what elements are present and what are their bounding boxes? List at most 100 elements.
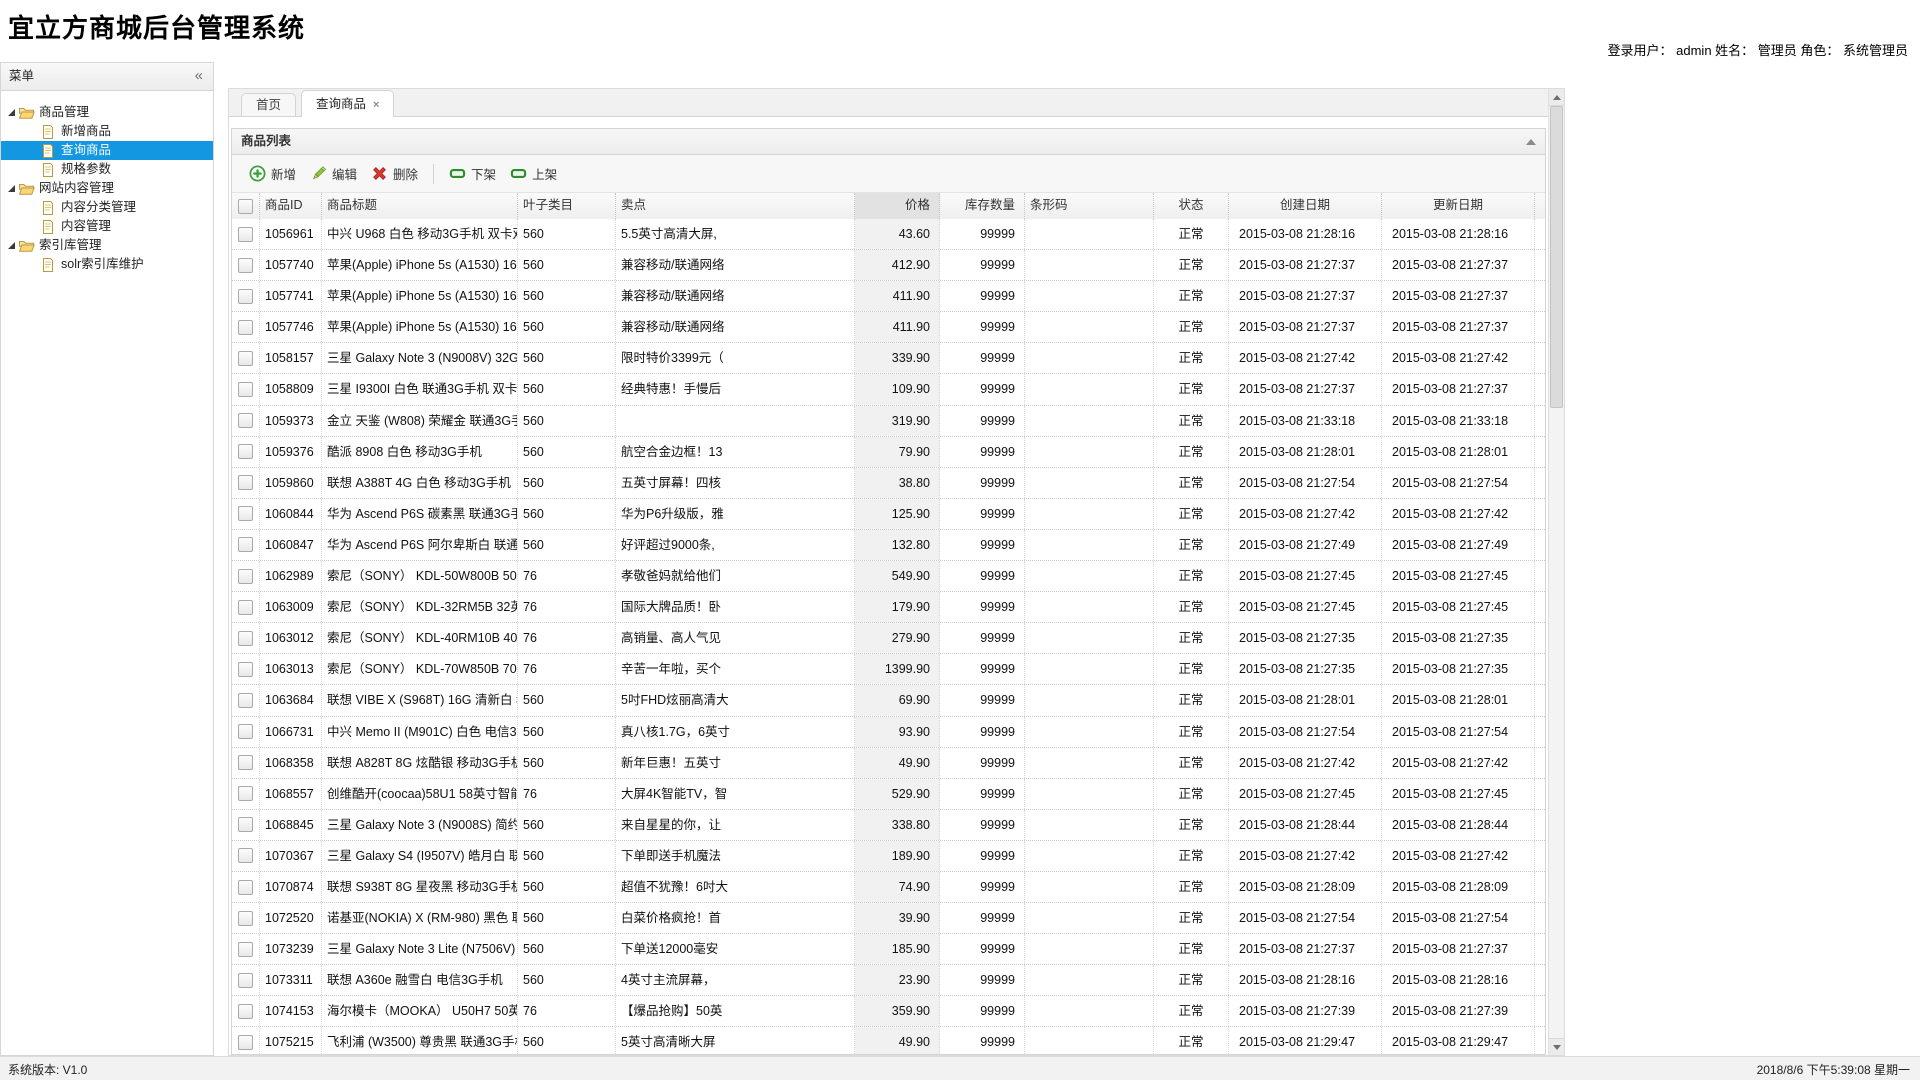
tree-node-leaf[interactable]: 内容管理 [1, 217, 213, 236]
tree-node-leaf[interactable]: 规格参数 [1, 160, 213, 179]
table-row[interactable]: 1075215飞利浦 (W3500) 尊贵黑 联通3G手机5605英寸高清晰大屏… [232, 1027, 1545, 1054]
scroll-up-icon[interactable] [1549, 89, 1564, 106]
tab-content: 商品列表 新增编辑删除下架上架 商品ID商品标题叶子类目卖点价格库存数量条形码状… [229, 117, 1548, 1055]
cell-id: 1063684 [260, 685, 322, 715]
row-checkbox[interactable] [238, 693, 253, 708]
tree-expanded-icon[interactable] [8, 109, 15, 116]
table-row[interactable]: 1063684联想 VIBE X (S968T) 16G 清新白 移动3G手机5… [232, 685, 1545, 716]
table-row[interactable]: 1059376酷派 8908 白色 移动3G手机560航空合金边框！1379.9… [232, 437, 1545, 468]
toolbar-button-add[interactable]: 新增 [242, 160, 303, 187]
row-checkbox[interactable] [238, 537, 253, 552]
tab-query-product[interactable]: 查询商品× [301, 90, 394, 117]
row-checkbox[interactable] [238, 444, 253, 459]
table-row[interactable]: 1057741苹果(Apple) iPhone 5s (A1530) 16GB5… [232, 281, 1545, 312]
table-row[interactable]: 1062989索尼（SONY） KDL-50W800B 50英寸76孝敬爸妈就给… [232, 561, 1545, 592]
cell-created: 2015-03-08 21:27:54 [1229, 468, 1382, 498]
row-checkbox[interactable] [238, 258, 253, 273]
cell-created: 2015-03-08 21:28:44 [1229, 810, 1382, 840]
column-header-created[interactable]: 创建日期 [1229, 193, 1382, 219]
column-header-title[interactable]: 商品标题 [322, 193, 518, 219]
table-row[interactable]: 1072520诺基亚(NOKIA) X (RM-980) 黑色 联通3G手机56… [232, 903, 1545, 934]
panel-collapse-icon[interactable] [1526, 139, 1536, 145]
collapse-sidebar-icon[interactable]: « [195, 63, 203, 89]
tree-node-folder[interactable]: 索引库管理 [1, 236, 213, 255]
table-row[interactable]: 1068845三星 Galaxy Note 3 (N9008S) 简约白560来… [232, 810, 1545, 841]
column-header-id[interactable]: 商品ID [260, 193, 322, 219]
row-checkbox[interactable] [238, 848, 253, 863]
row-checkbox[interactable] [238, 786, 253, 801]
tree-node-leaf[interactable]: 内容分类管理 [1, 198, 213, 217]
row-checkbox[interactable] [238, 817, 253, 832]
column-header-status[interactable]: 状态 [1154, 193, 1229, 219]
row-checkbox[interactable] [238, 724, 253, 739]
tree-node-leaf[interactable]: 查询商品 [1, 141, 213, 160]
cell-barcode [1025, 779, 1154, 809]
row-checkbox[interactable] [238, 1004, 253, 1019]
table-row[interactable]: 1063009索尼（SONY） KDL-32RM5B 32英寸76国际大牌品质！… [232, 592, 1545, 623]
row-checkbox[interactable] [238, 880, 253, 895]
column-header-check[interactable] [232, 193, 260, 219]
table-row[interactable]: 1058809三星 I9300I 白色 联通3G手机 双卡双待560经典特惠！手… [232, 374, 1545, 405]
row-checkbox[interactable] [238, 973, 253, 988]
table-row[interactable]: 1059373金立 天鉴 (W808) 荣耀金 联通3G手机560319.909… [232, 406, 1545, 437]
table-row[interactable]: 1074153海尔模卡（MOOKA） U50H7 50英寸安76【爆品抢购】50… [232, 996, 1545, 1027]
row-checkbox[interactable] [238, 320, 253, 335]
table-row[interactable]: 1070367三星 Galaxy S4 (I9507V) 皓月白 联通3G手机5… [232, 841, 1545, 872]
row-checkbox[interactable] [238, 475, 253, 490]
toolbar-button-take-down[interactable]: 下架 [442, 160, 503, 187]
table-row[interactable]: 1068358联想 A828T 8G 炫酷银 移动3G手机560新年巨惠！五英寸… [232, 748, 1545, 779]
column-header-category[interactable]: 叶子类目 [518, 193, 616, 219]
toolbar-button-edit[interactable]: 编辑 [303, 160, 364, 187]
vertical-scrollbar[interactable] [1548, 89, 1564, 1055]
table-row[interactable]: 1066731中兴 Memo II (M901C) 白色 电信3G手机560真八… [232, 717, 1545, 748]
row-checkbox[interactable] [238, 413, 253, 428]
row-checkbox[interactable] [238, 631, 253, 646]
row-checkbox[interactable] [238, 942, 253, 957]
table-row[interactable]: 1060844华为 Ascend P6S 碳素黑 联通3G手机560华为P6升级… [232, 499, 1545, 530]
row-checkbox[interactable] [238, 506, 253, 521]
row-checkbox[interactable] [238, 600, 253, 615]
table-row[interactable]: 1056961中兴 U968 白色 移动3G手机 双卡双待5605.5英寸高清大… [232, 219, 1545, 250]
row-checkbox[interactable] [238, 351, 253, 366]
scroll-down-icon[interactable] [1549, 1038, 1564, 1055]
row-checkbox[interactable] [238, 755, 253, 770]
table-row[interactable]: 1063013索尼（SONY） KDL-70W850B 70英寸76辛苦一年啦，… [232, 654, 1545, 685]
cell-barcode [1025, 996, 1154, 1026]
tab-close-icon[interactable]: × [373, 99, 379, 111]
toolbar-button-delete[interactable]: 删除 [364, 160, 425, 187]
tab-home[interactable]: 首页 [241, 93, 296, 116]
column-header-sellpoint[interactable]: 卖点 [616, 193, 855, 219]
table-row[interactable]: 1063012索尼（SONY） KDL-40RM10B 40英寸76高销量、高人… [232, 623, 1545, 654]
table-row[interactable]: 1058157三星 Galaxy Note 3 (N9008V) 32G版560… [232, 343, 1545, 374]
button-label: 删除 [393, 164, 418, 183]
tree-node-leaf[interactable]: solr索引库维护 [1, 255, 213, 274]
table-row[interactable]: 1073311联想 A360e 融雪白 电信3G手机5604英寸主流屏幕，23.… [232, 965, 1545, 996]
row-checkbox[interactable] [238, 227, 253, 242]
column-header-barcode[interactable]: 条形码 [1025, 193, 1154, 219]
tree-node-folder[interactable]: 商品管理 [1, 103, 213, 122]
row-checkbox[interactable] [238, 382, 253, 397]
table-row[interactable]: 1057746苹果(Apple) iPhone 5s (A1530) 16GB5… [232, 312, 1545, 343]
tree-expanded-icon[interactable] [8, 185, 15, 192]
cell-num: 99999 [940, 810, 1025, 840]
row-checkbox[interactable] [238, 1035, 253, 1050]
row-checkbox[interactable] [238, 662, 253, 677]
toolbar-button-put-up[interactable]: 上架 [503, 160, 564, 187]
tree-expanded-icon[interactable] [8, 242, 15, 249]
row-checkbox[interactable] [238, 911, 253, 926]
column-header-updated[interactable]: 更新日期 [1382, 193, 1535, 219]
table-row[interactable]: 1073239三星 Galaxy Note 3 Lite (N7506V) 16… [232, 934, 1545, 965]
table-row[interactable]: 1068557创维酷开(coocaa)58U1 58英寸智能酷开76大屏4K智能… [232, 779, 1545, 810]
column-header-num[interactable]: 库存数量 [940, 193, 1025, 219]
scroll-thumb[interactable] [1550, 106, 1563, 408]
tree-node-leaf[interactable]: 新增商品 [1, 122, 213, 141]
tree-node-folder[interactable]: 网站内容管理 [1, 179, 213, 198]
column-header-price[interactable]: 价格 [855, 193, 940, 219]
row-checkbox[interactable] [238, 569, 253, 584]
table-row[interactable]: 1057740苹果(Apple) iPhone 5s (A1530) 16GB5… [232, 250, 1545, 281]
row-checkbox[interactable] [238, 289, 253, 304]
select-all-checkbox[interactable] [238, 199, 253, 214]
table-row[interactable]: 1070874联想 S938T 8G 星夜黑 移动3G手机 双卡双待560超值不… [232, 872, 1545, 903]
table-row[interactable]: 1060847华为 Ascend P6S 阿尔卑斯白 联通3G手机560好评超过… [232, 530, 1545, 561]
table-row[interactable]: 1059860联想 A388T 4G 白色 移动3G手机560五英寸屏幕！四核3… [232, 468, 1545, 499]
